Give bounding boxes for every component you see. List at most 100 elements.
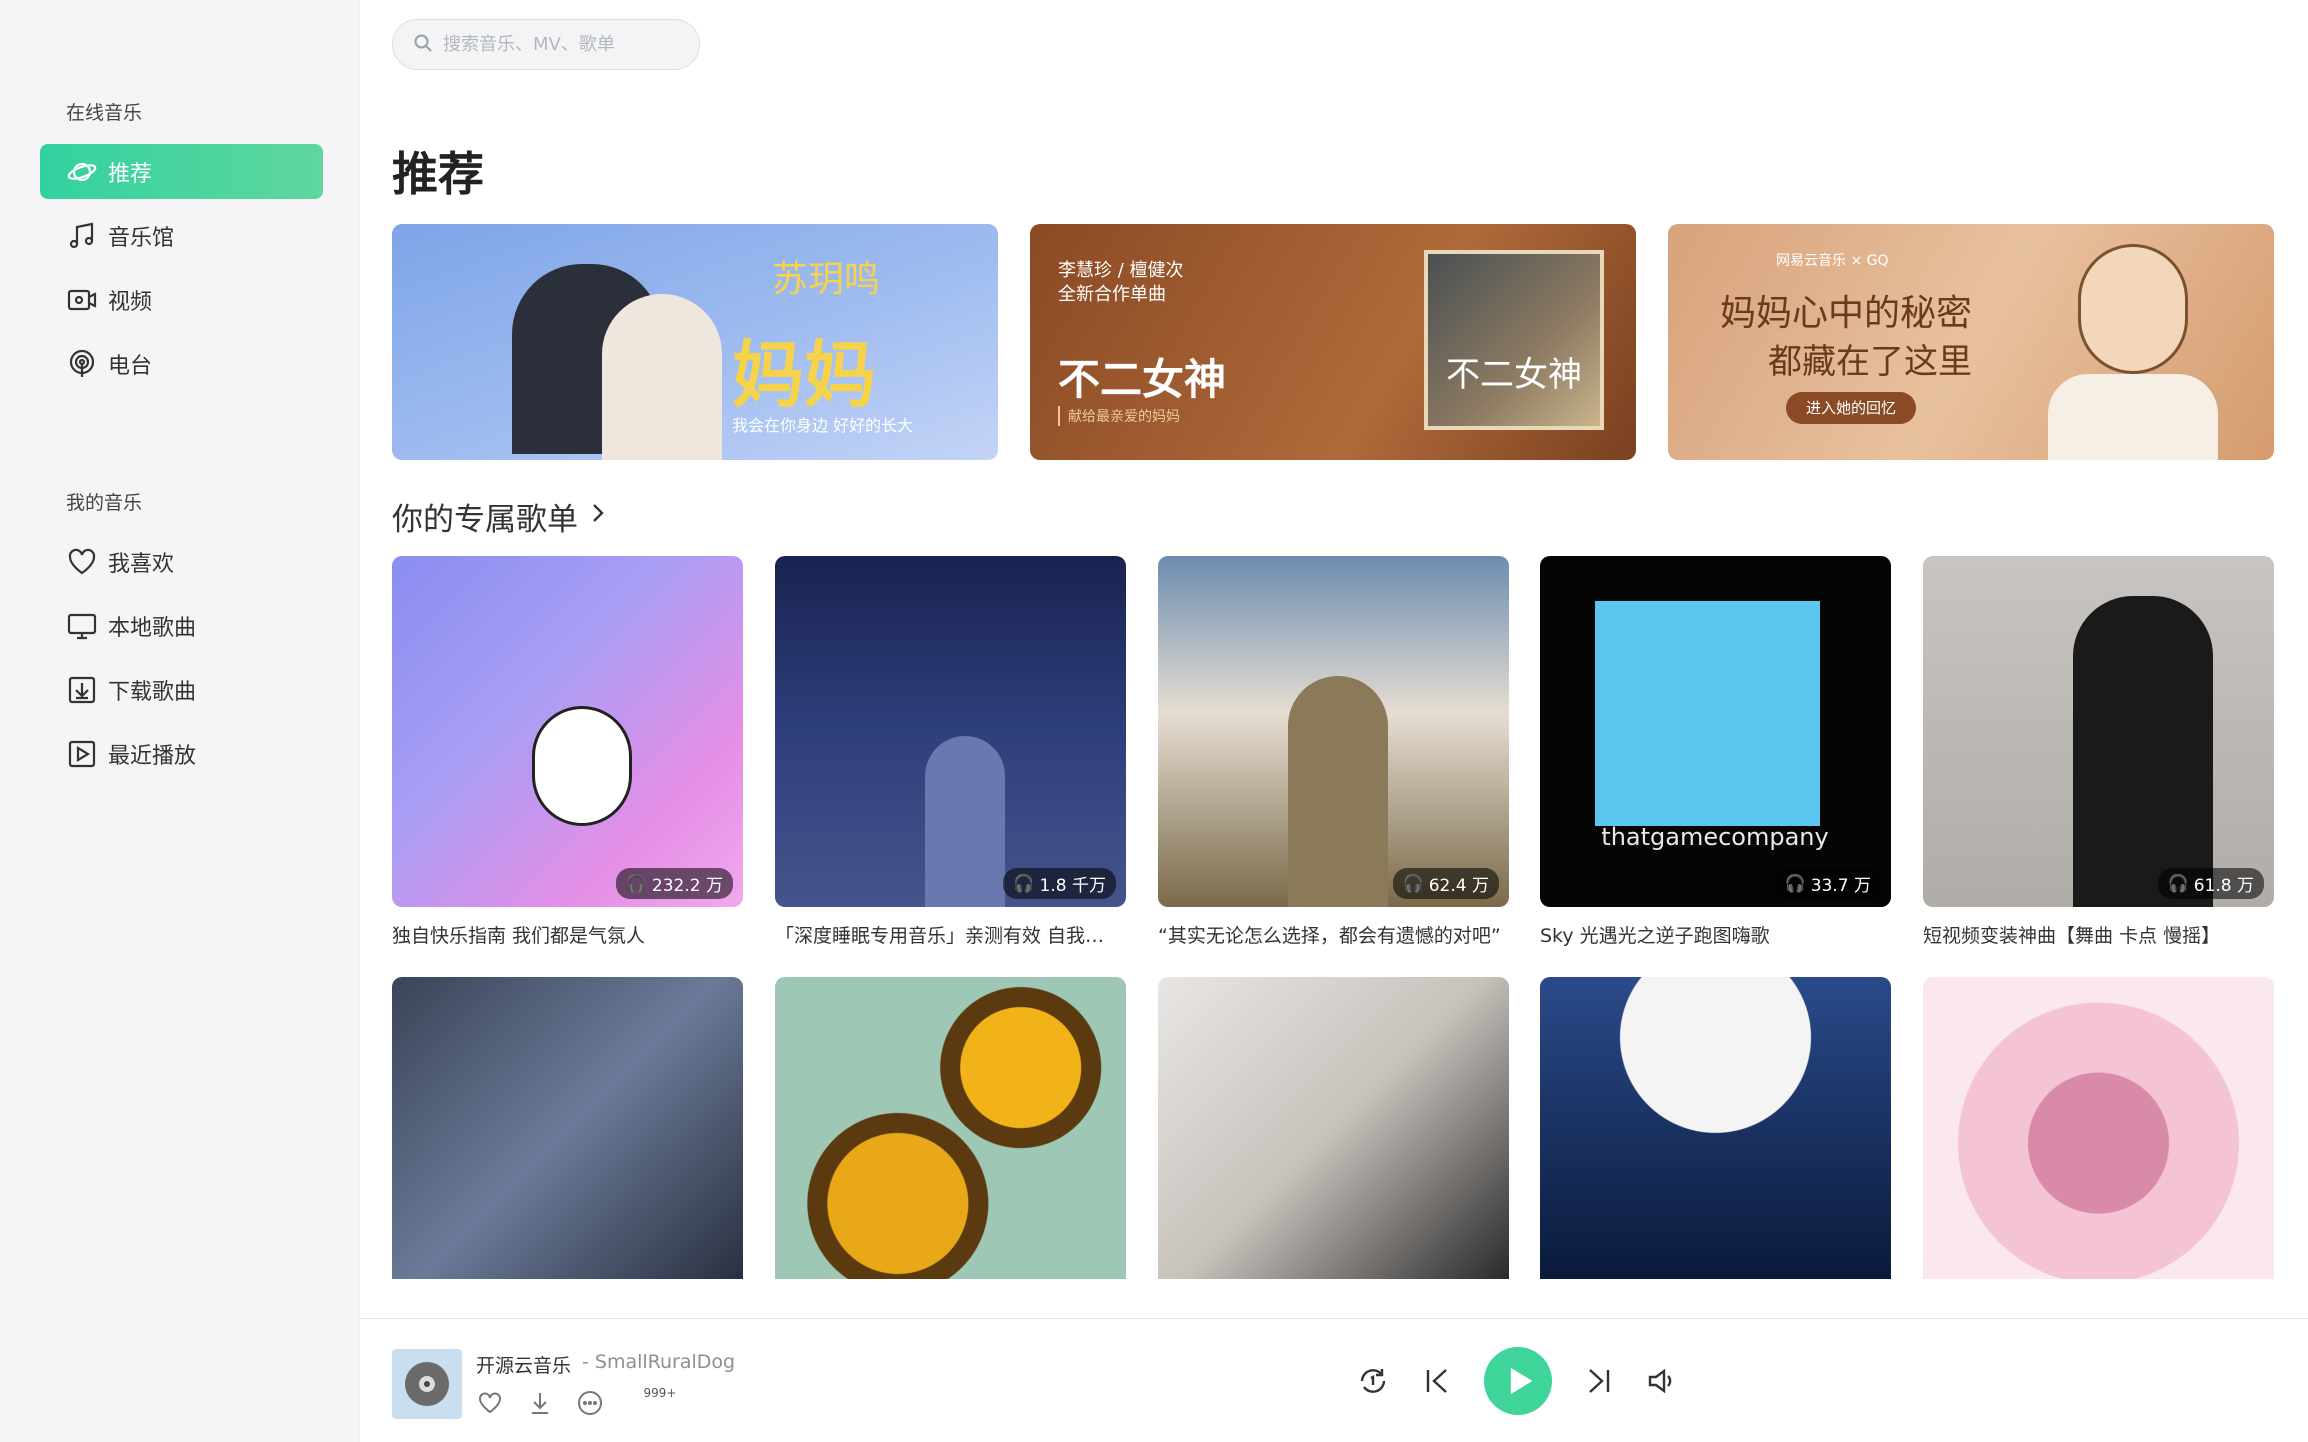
playlist-cover[interactable] — [1540, 977, 1891, 1279]
playlist-card[interactable]: thatgamecompany 🎧 33.7 万 Sky 光遇光之逆子跑图嗨歌 — [1540, 556, 1891, 948]
comment-count: 999+ — [643, 1386, 677, 1400]
sidebar-item-label: 我喜欢 — [108, 551, 175, 577]
play-count: 🎧 62.4 万 — [1392, 868, 1499, 899]
banner-album-art: 不二女神 — [1424, 250, 1604, 430]
heart-icon — [66, 546, 98, 578]
playback-controls — [1356, 1347, 1678, 1415]
next-icon[interactable] — [1584, 1366, 1614, 1396]
banner-subtitle: 我会在你身边 好好的长大 — [732, 416, 914, 435]
play-count: 🎧 232.2 万 — [615, 868, 733, 899]
chevron-right-icon — [588, 499, 608, 535]
sidebar-item-label: 最近播放 — [108, 743, 197, 769]
playlist-title[interactable]: 「深度睡眠专用音乐」亲测有效 自我… — [775, 921, 1126, 948]
playlist-card[interactable]: 🎧 61.8 万 短视频变装神曲【舞曲 卡点 慢摇】 — [1923, 556, 2274, 948]
sidebar-item-local-songs[interactable]: 本地歌曲 — [40, 598, 323, 653]
playlist-cover[interactable]: 🎧 232.2 万 — [392, 556, 743, 907]
banner-headline: 妈妈心中的秘密 — [1720, 293, 1973, 334]
album-thumbnail[interactable] — [392, 1349, 462, 1419]
music-note-icon — [66, 220, 98, 252]
sidebar-item-label: 音乐馆 — [108, 225, 175, 251]
playlist-card[interactable] — [775, 977, 1126, 1279]
cover-brand-text: thatgamecompany — [1601, 823, 1829, 851]
radio-icon — [66, 348, 98, 380]
play-history-icon — [66, 738, 98, 770]
playlist-card[interactable] — [1923, 977, 2274, 1279]
sidebar-item-music-hall[interactable]: 音乐馆 — [40, 208, 323, 263]
banner-headline: 不二女神 — [1058, 355, 1227, 404]
sidebar-item-label: 电台 — [108, 353, 153, 379]
song-title: 开源云音乐 — [476, 1355, 572, 1377]
playlist-cover[interactable]: 🎧 62.4 万 — [1158, 556, 1509, 907]
headphones-icon: 🎧 — [2167, 873, 2189, 894]
banner-illustration — [2028, 224, 2228, 460]
playlist-card[interactable]: 🎧 1.8 千万 「深度睡眠专用音乐」亲测有效 自我… — [775, 556, 1126, 948]
sidebar-item-recent[interactable]: 最近播放 — [40, 726, 323, 781]
download-icon[interactable] — [526, 1389, 554, 1417]
playlist-cover[interactable] — [775, 977, 1126, 1279]
playlist-title[interactable]: 独自快乐指南 我们都是气氛人 — [392, 921, 743, 948]
video-icon — [66, 284, 98, 316]
playlist-cover[interactable] — [1158, 977, 1509, 1279]
monitor-icon — [66, 610, 98, 642]
search-input[interactable] — [443, 34, 683, 55]
headphones-icon: 🎧 — [1784, 873, 1806, 894]
album-art-title: 不二女神 — [1446, 355, 1582, 395]
section-title-playlists[interactable]: 你的专属歌单 — [392, 494, 608, 539]
headphones-icon: 🎧 — [625, 873, 647, 894]
playlist-card[interactable]: 🎧 62.4 万 “其实无论怎么选择，都会有遗憾的对吧” — [1158, 556, 1509, 948]
more-icon[interactable] — [576, 1389, 604, 1417]
sidebar: 在线音乐 推荐 音乐馆 视频 电台 我的音乐 我喜欢 本地歌曲 下载歌曲 最近播… — [0, 0, 360, 1442]
banner-3[interactable]: 网易云音乐 × GQ 妈妈心中的秘密 都藏在了这里 进入她的回忆 — [1668, 224, 2274, 460]
sidebar-item-downloads[interactable]: 下载歌曲 — [40, 662, 323, 717]
play-count: 🎧 33.7 万 — [1774, 868, 1881, 899]
search-box[interactable] — [392, 19, 700, 70]
playlist-title[interactable]: “其实无论怎么选择，都会有遗憾的对吧” — [1158, 921, 1509, 948]
song-artist: - SmallRuralDog — [582, 1351, 736, 1373]
play-count: 🎧 61.8 万 — [2157, 868, 2264, 899]
playlist-card[interactable]: 🎧 232.2 万 独自快乐指南 我们都是气氛人 — [392, 556, 743, 948]
page-title: 推荐 — [392, 147, 484, 201]
banner-tagline: 全新合作单曲 — [1058, 284, 1166, 305]
sidebar-item-radio[interactable]: 电台 — [40, 336, 323, 391]
banner-cta-button[interactable]: 进入她的回忆 — [1786, 392, 1917, 424]
sidebar-item-video[interactable]: 视频 — [40, 272, 323, 327]
banner-1[interactable]: 苏玥鸣 妈妈 我会在你身边 好好的长大 — [392, 224, 998, 460]
volume-icon[interactable] — [1646, 1365, 1678, 1397]
comment-icon[interactable]: 999+ — [626, 1386, 677, 1417]
playlist-title[interactable]: 短视频变装神曲【舞曲 卡点 慢摇】 — [1923, 921, 2274, 948]
play-icon — [1510, 1367, 1533, 1395]
banner-brand: 网易云音乐 × GQ — [1776, 253, 1889, 269]
song-actions: 999+ — [476, 1386, 677, 1417]
banner-subtitle: 献给最亲爱的妈妈 — [1058, 406, 1180, 426]
sidebar-item-label: 视频 — [108, 289, 153, 315]
sidebar-item-favorites[interactable]: 我喜欢 — [40, 534, 323, 589]
planet-icon — [66, 156, 98, 188]
playlist-card[interactable] — [1158, 977, 1509, 1279]
playlist-cover[interactable] — [1923, 977, 2274, 1279]
banner-2[interactable]: 李慧珍 / 檀健次 全新合作单曲 不二女神 献给最亲爱的妈妈 不二女神 — [1030, 224, 1636, 460]
sidebar-item-recommend[interactable]: 推荐 — [40, 144, 323, 199]
sidebar-item-label: 推荐 — [108, 161, 153, 187]
repeat-icon[interactable] — [1356, 1364, 1390, 1398]
search-icon — [413, 33, 433, 57]
previous-icon[interactable] — [1422, 1366, 1452, 1396]
banner-headline-2: 都藏在了这里 — [1768, 342, 1972, 382]
banner-headline: 妈妈 — [732, 332, 877, 417]
headphones-icon: 🎧 — [1402, 873, 1424, 894]
playlist-cover[interactable]: thatgamecompany 🎧 33.7 万 — [1540, 556, 1891, 907]
playlist-title[interactable]: Sky 光遇光之逆子跑图嗨歌 — [1540, 921, 1891, 948]
play-count: 🎧 1.8 千万 — [1003, 868, 1116, 899]
banner-artist: 苏玥鸣 — [772, 259, 881, 300]
playlist-cover[interactable] — [392, 977, 743, 1279]
playlist-cover[interactable]: 🎧 61.8 万 — [1923, 556, 2274, 907]
headphones-icon: 🎧 — [1013, 873, 1035, 894]
section-title-text: 你的专属歌单 — [392, 502, 578, 538]
play-button[interactable] — [1484, 1347, 1552, 1415]
playlist-card[interactable] — [392, 977, 743, 1279]
playlist-cover[interactable]: 🎧 1.8 千万 — [775, 556, 1126, 907]
banner-artists: 李慧珍 / 檀健次 — [1058, 260, 1184, 281]
sidebar-item-label: 下载歌曲 — [108, 679, 197, 705]
heart-icon[interactable] — [476, 1389, 504, 1417]
playlist-card[interactable] — [1540, 977, 1891, 1279]
banner-person-2 — [602, 294, 722, 460]
